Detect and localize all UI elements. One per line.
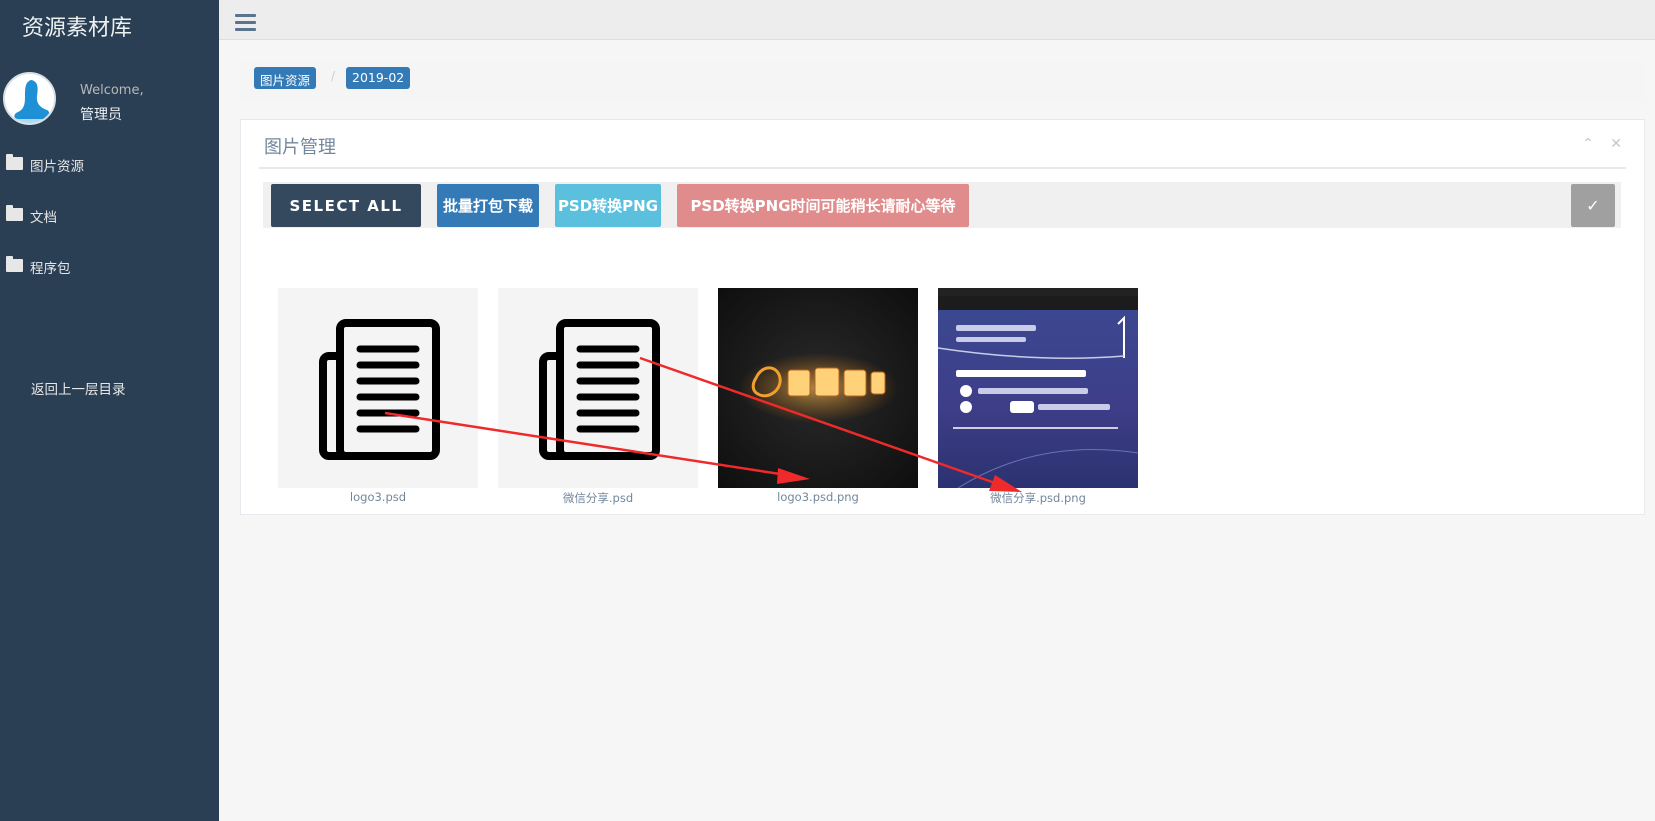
sidebar-item-images[interactable]: 图片资源 [6,153,84,175]
welcome-text: Welcome, [80,83,144,98]
file-name: logo3.psd [349,490,407,504]
sidebar-item-label: 程序包 [30,261,71,277]
profile: Welcome, 管理员 [0,46,219,136]
folder-icon [6,153,23,170]
avatar [3,72,56,125]
action-toolbar: SELECT ALL 批量打包下载 PSD转换PNG PSD转换PNG时间可能稍… [263,182,1621,228]
close-icon[interactable]: ✕ [1610,136,1622,152]
file-item[interactable]: logo3.psd [278,288,478,504]
confirm-check-button[interactable]: ✓ [1571,184,1615,227]
file-item[interactable]: 微信分享.psd.png [938,288,1138,506]
panel-title: 图片管理 [264,137,336,158]
sidebar: 资源素材库 Welcome, 管理员 图片资源 文档 程序包 返回上一层目录 [0,0,219,821]
panel-tools: ⌃ ✕ [1570,136,1622,152]
brand-title[interactable]: 资源素材库 [0,0,219,46]
breadcrumb-item-date[interactable]: 2019-02 [346,67,411,89]
pack-download-button[interactable]: 批量打包下载 [437,184,539,227]
breadcrumb: 图片资源 / 2019-02 [240,62,1645,100]
sidebar-item-docs[interactable]: 文档 [6,204,57,226]
folder-icon [6,204,23,221]
file-name: 微信分享.psd.png [990,491,1086,505]
conversion-notice-button[interactable]: PSD转换PNG时间可能稍长请耐心等待 [677,184,969,227]
psd-to-png-button[interactable]: PSD转换PNG [555,184,661,227]
breadcrumb-item-images[interactable]: 图片资源 [254,67,317,89]
divider [259,167,1626,169]
sidebar-item-label: 图片资源 [30,159,84,175]
document-icon [498,288,698,488]
dragon-logo-image [718,288,918,488]
sidebar-item-label: 文档 [30,210,57,226]
username: 管理员 [80,107,122,123]
image-panel: 图片管理 ⌃ ✕ SELECT ALL 批量打包下载 PSD转换PNG PSD转… [240,119,1645,515]
file-name: logo3.psd.png [777,490,859,504]
folder-icon [6,255,23,272]
top-nav [219,0,1655,40]
menu-toggle-icon[interactable] [235,14,256,32]
file-name: 微信分享.psd [562,491,634,505]
wechat-share-image [938,288,1138,488]
sidebar-item-packages[interactable]: 程序包 [6,255,71,277]
back-link[interactable]: 返回上一层目录 [31,378,126,398]
file-item[interactable]: 微信分享.psd [498,288,698,506]
file-item[interactable]: logo3.psd.png [718,288,918,504]
breadcrumb-separator: / [331,69,336,83]
document-icon [278,288,478,488]
collapse-icon[interactable]: ⌃ [1582,136,1594,152]
select-all-button[interactable]: SELECT ALL [271,184,421,227]
